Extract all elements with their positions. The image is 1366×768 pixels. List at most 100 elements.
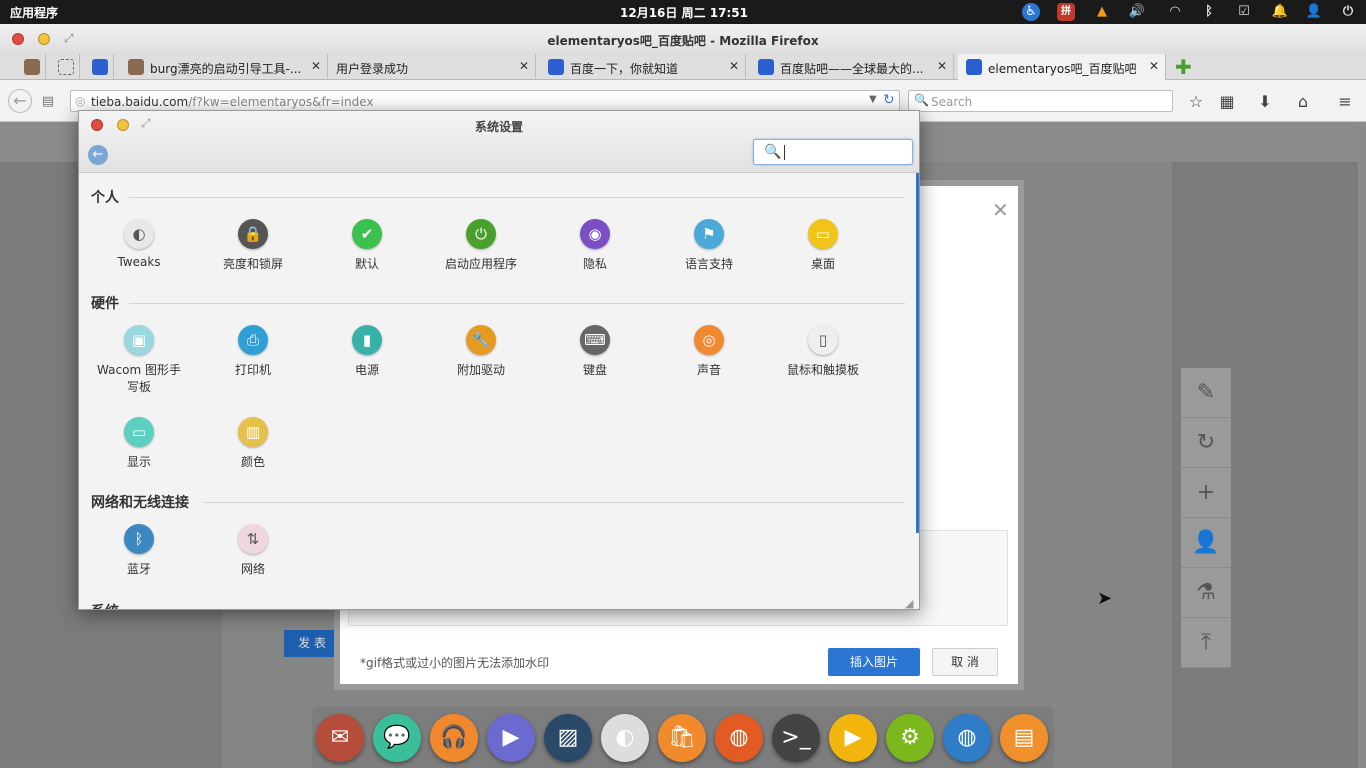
cancel-button[interactable]: 取 消 (932, 648, 998, 676)
tab-close-icon[interactable]: ✕ (729, 59, 739, 73)
home-icon[interactable]: ⌂ (1293, 92, 1313, 112)
settings-item[interactable]: ▣ Wacom 图形手写板 (82, 325, 196, 395)
resize-grip-icon[interactable]: ◢ (905, 597, 913, 610)
back-to-top-icon[interactable]: ⤒ (1181, 618, 1231, 668)
tab-pinned-baidu[interactable] (88, 54, 114, 80)
settings-item[interactable]: ◉ 隐私 (538, 219, 652, 272)
software-center-icon[interactable]: 🛍 (658, 714, 706, 762)
settings-item[interactable]: 🔧 附加驱动 (424, 325, 538, 378)
settings-item[interactable]: ▯ 鼠标和触摸板 (766, 325, 880, 378)
dialog-close-icon[interactable]: ✕ (992, 198, 1009, 222)
chat-icon[interactable]: 💬 (373, 714, 421, 762)
videos-icon[interactable]: ▶ (487, 714, 535, 762)
bluetooth-icon[interactable]: ᛒ (1200, 3, 1218, 21)
settings-item[interactable]: ⌨ 键盘 (538, 325, 652, 378)
settings-item[interactable]: ▭ 桌面 (766, 219, 880, 272)
tweaks-icon[interactable]: ◐ (601, 714, 649, 762)
settings-item[interactable]: ⇅ 网络 (196, 524, 310, 577)
bookmark-star-icon[interactable]: ☆ (1186, 92, 1206, 112)
tasks-icon[interactable]: ☑ (1235, 3, 1253, 21)
bookmarks-list-icon[interactable]: ▦ (1217, 92, 1237, 112)
tab-label: 用户登录成功 (336, 62, 409, 76)
accessibility-icon[interactable]: ♿ (1022, 3, 1040, 21)
menu-icon[interactable]: ≡ (1335, 92, 1355, 112)
publish-button[interactable]: 发 表 (284, 630, 340, 657)
volume-icon[interactable]: 🔊 (1128, 3, 1146, 21)
edit-icon[interactable]: ✎ (1181, 368, 1231, 418)
tab-pinned-avatar[interactable] (20, 54, 46, 80)
tab-label: burg漂亮的启动引导工具-... (150, 62, 302, 76)
tab-burg[interactable]: burg漂亮的启动引导工具-... ✕ (120, 54, 328, 80)
settings-item[interactable]: ⏻ 启动应用程序 (424, 219, 538, 272)
search-icon: 🔍 (764, 144, 782, 160)
lab-flask-icon[interactable]: ⚗ (1181, 568, 1231, 618)
tab-pinned-blank[interactable] (54, 54, 80, 80)
plus-icon[interactable]: + (1181, 468, 1231, 518)
check-icon: ✔ (352, 219, 382, 249)
settings-item[interactable]: ▥ 颜色 (196, 417, 310, 470)
tab-elementaryos-active[interactable]: elementaryos吧_百度贴吧 ✕ (958, 54, 1166, 81)
settings-item[interactable]: ◐ Tweaks (82, 219, 196, 269)
files-icon[interactable]: ▤ (1000, 714, 1048, 762)
site-identity-icon[interactable]: ◎ (75, 94, 85, 108)
firefox-titlebar: ⤢ elementaryos吧_百度贴吧 - Mozilla Firefox (0, 24, 1366, 54)
session-icon[interactable]: ⏻ (1339, 3, 1357, 21)
ubuntu-tweak-icon[interactable]: ⚙ (886, 714, 934, 762)
mail-icon[interactable]: ✉ (316, 714, 364, 762)
category-heading: 个人 (91, 190, 119, 206)
url-bar[interactable]: ◎ tieba.baidu.com/f?kw=elementaryos&fr=i… (70, 90, 900, 112)
music-icon[interactable]: 🎧 (430, 714, 478, 762)
search-input[interactable]: 🔍 Search (908, 90, 1173, 112)
settings-scrollbar[interactable] (916, 173, 919, 533)
photos-icon[interactable]: ▨ (544, 714, 592, 762)
tab-baidu-search[interactable]: 百度一下，你就知道 ✕ (540, 54, 746, 80)
downloads-icon[interactable]: ⬇ (1255, 92, 1275, 112)
page-scrollbar[interactable] (1358, 122, 1366, 768)
bluetooth-icon: ᛒ (124, 524, 154, 554)
tab-close-icon[interactable]: ✕ (1149, 59, 1159, 73)
new-tab-icon[interactable]: ✚ (1175, 55, 1192, 79)
settings-item[interactable]: ◎ 声音 (652, 325, 766, 378)
printer-icon: ⎙ (238, 325, 268, 355)
tab-tieba-home[interactable]: 百度贴吧——全球最大的... ✕ (750, 54, 954, 80)
insert-image-button[interactable]: 插入图片 (828, 648, 920, 676)
tab-close-icon[interactable]: ✕ (311, 59, 321, 73)
category-heading: 网络和无线连接 (91, 495, 189, 511)
input-method-icon[interactable]: 拼 (1057, 3, 1075, 21)
back-icon[interactable]: ← (8, 89, 32, 113)
web-browser-icon[interactable]: ◍ (943, 714, 991, 762)
settings-item[interactable]: ᛒ 蓝牙 (82, 524, 196, 577)
settings-item[interactable]: ⎙ 打印机 (196, 325, 310, 378)
user-icon[interactable]: 👤 (1305, 3, 1323, 21)
media-player-icon[interactable]: ▶ (829, 714, 877, 762)
settings-item[interactable]: ▭ 显示 (82, 417, 196, 470)
applications-menu[interactable]: 应用程序 (10, 4, 58, 21)
settings-item[interactable]: 🔒 亮度和锁屏 (196, 219, 310, 272)
notifications-icon[interactable]: 🔔 (1271, 3, 1289, 21)
settings-header: ⤢ 系统设置 ← 🔍 (79, 111, 919, 173)
settings-back-icon[interactable]: ← (88, 145, 108, 165)
settings-search-input[interactable]: 🔍 (753, 139, 913, 165)
firefox-icon[interactable]: ◍ (715, 714, 763, 762)
settings-item[interactable]: ⚑ 语言支持 (652, 219, 766, 272)
settings-item[interactable]: ▮ 电源 (310, 325, 424, 378)
refresh-icon[interactable]: ↻ (1181, 418, 1231, 468)
settings-item-label: 隐私 (582, 257, 607, 271)
tab-close-icon[interactable]: ✕ (519, 59, 529, 73)
wifi-icon[interactable]: ◠ (1166, 3, 1184, 21)
tab-login[interactable]: 用户登录成功 ✕ (328, 54, 536, 80)
settings-item-label: 颜色 (240, 455, 265, 469)
settings-item-label: 蓝牙 (126, 562, 151, 576)
settings-item[interactable]: ✔ 默认 (310, 219, 424, 272)
reader-icon[interactable]: ▤ (38, 92, 58, 112)
tab-close-icon[interactable]: ✕ (937, 59, 947, 73)
clock[interactable]: 12月16日 周二 17:51 (620, 4, 748, 21)
member-icon[interactable]: 👤 (1181, 518, 1231, 568)
terminal-icon[interactable]: >_ (772, 714, 820, 762)
reload-icon[interactable]: ↻ (883, 92, 895, 108)
vlc-icon[interactable]: ▲ (1093, 3, 1111, 21)
settings-item-label: Wacom 图形手写板 (97, 363, 181, 394)
baidu-favicon-icon (92, 59, 108, 75)
tab-label: elementaryos吧_百度贴吧 (988, 62, 1137, 76)
url-dropdown-icon[interactable]: ▼ (869, 94, 877, 105)
